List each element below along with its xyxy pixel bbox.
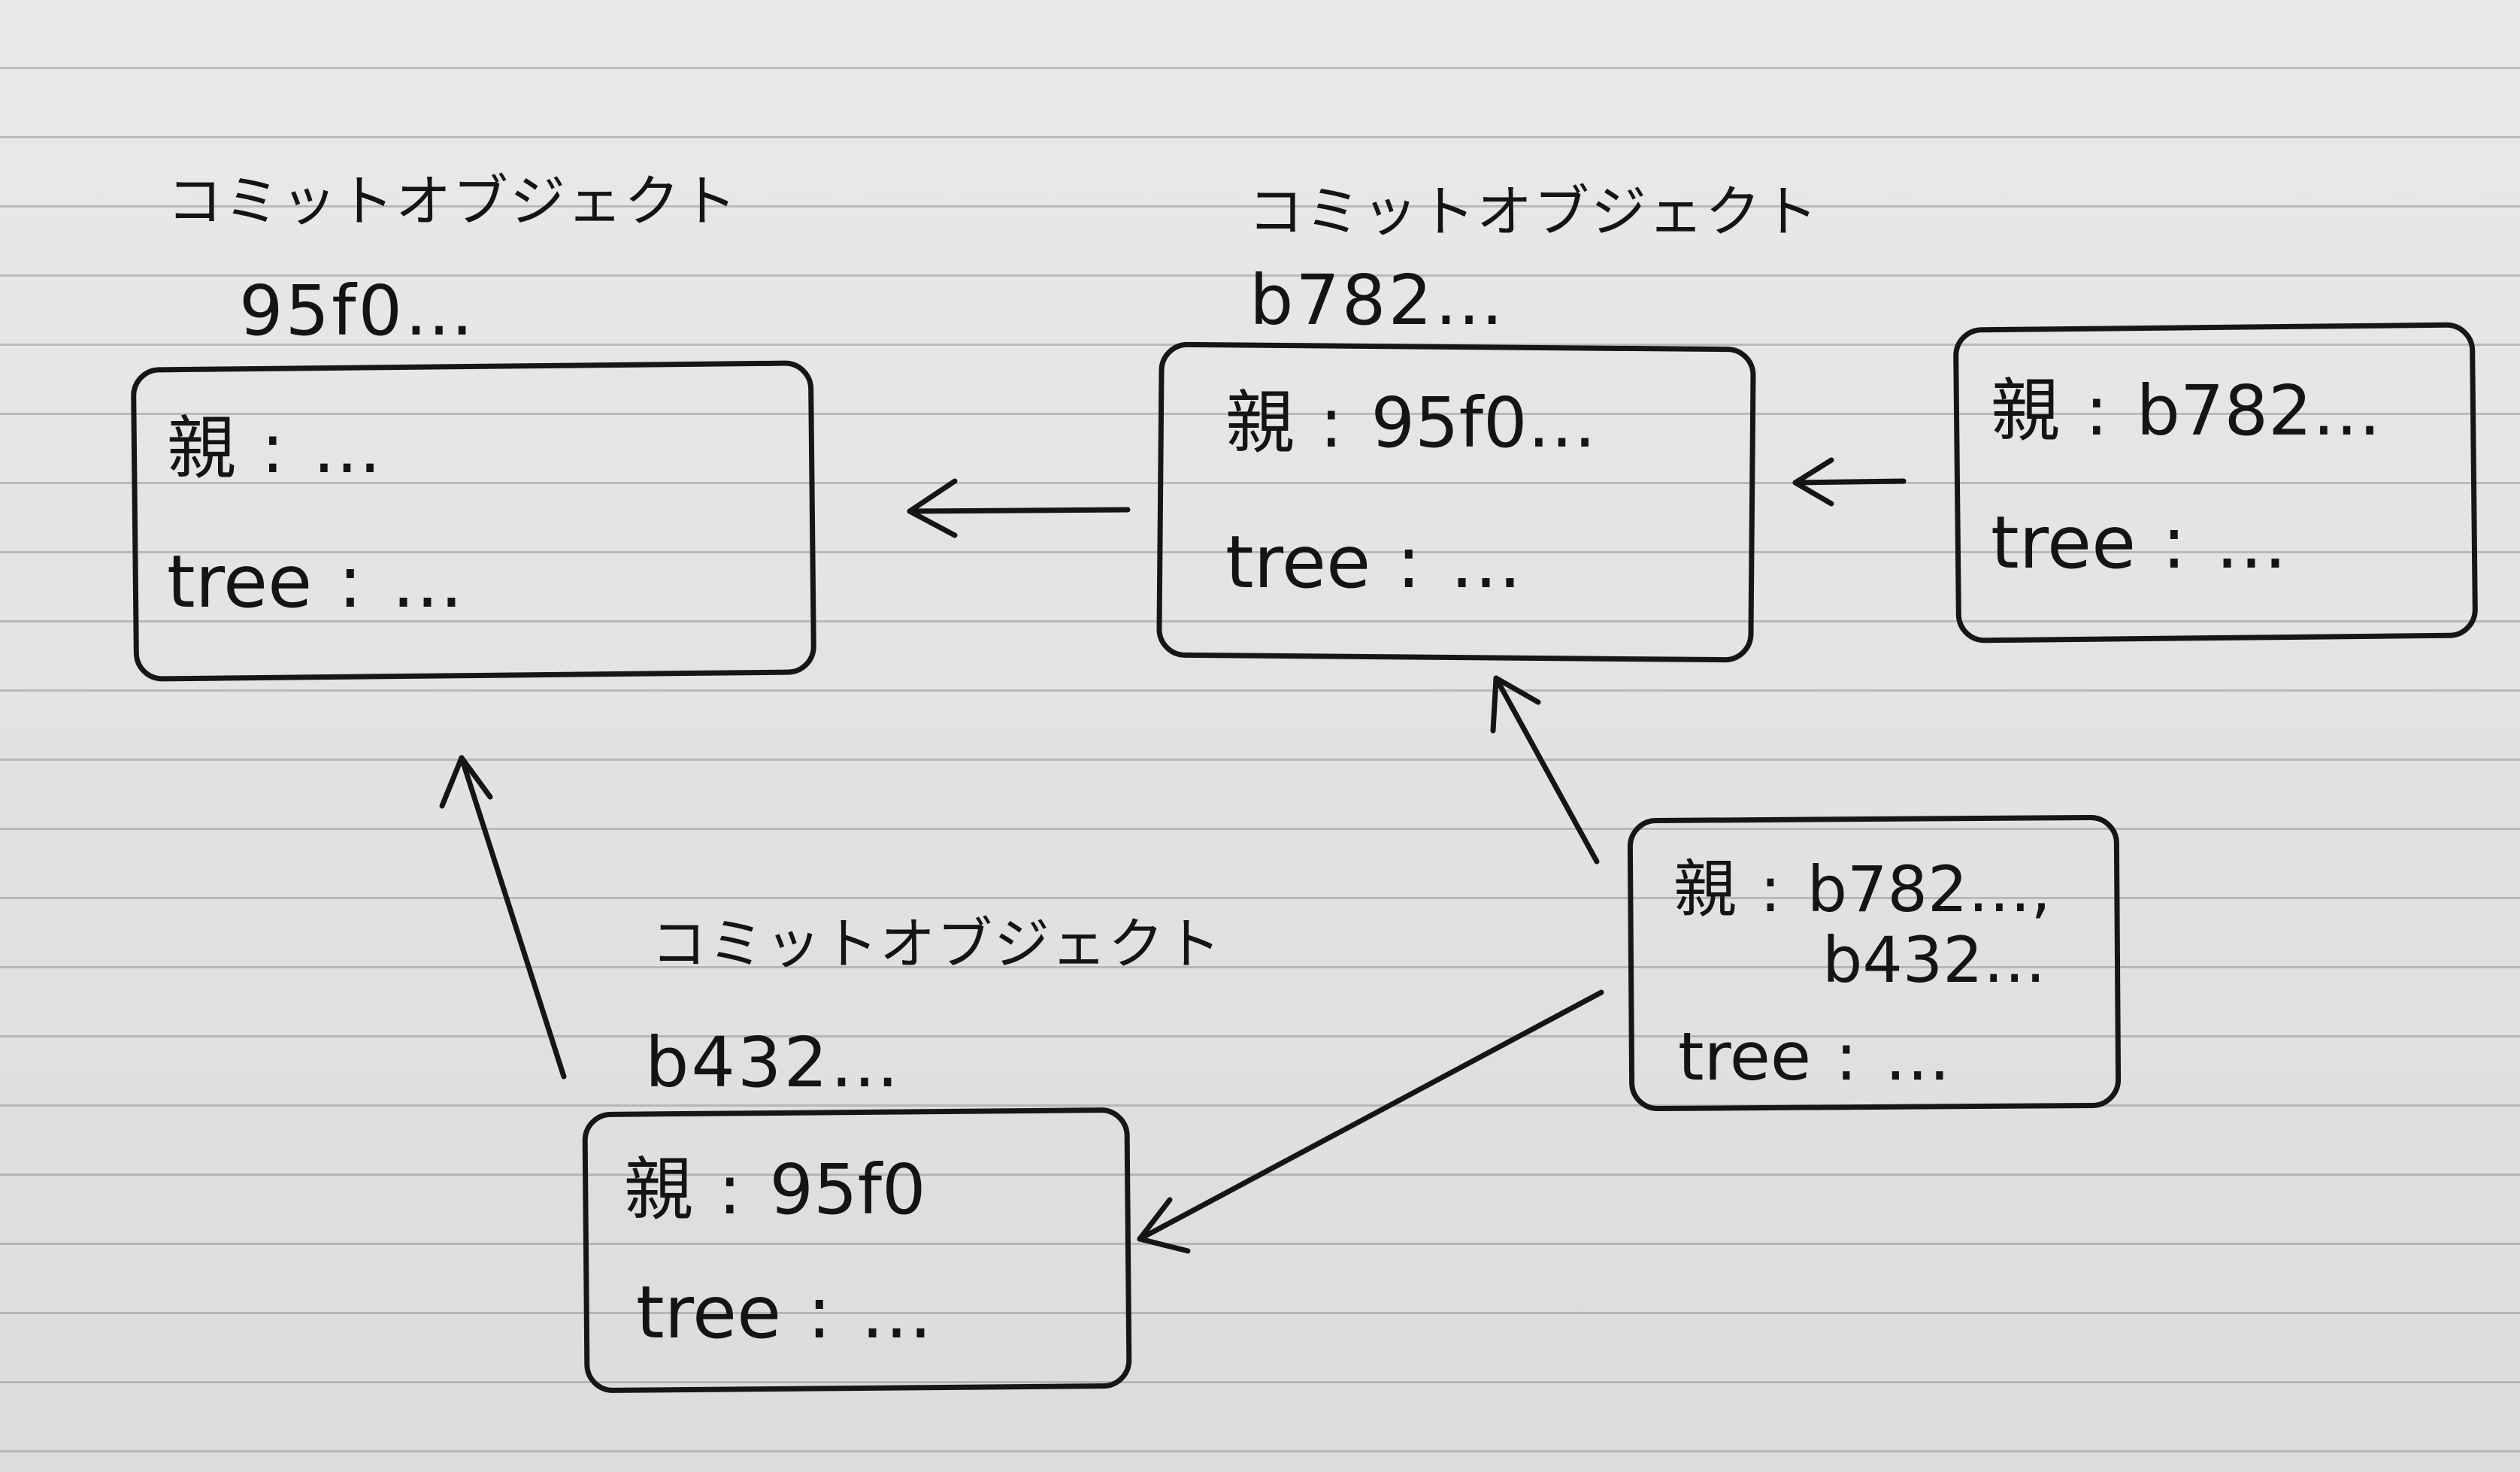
arrow-merge-to-b432 [1137, 989, 1604, 1254]
arrow-b432-to-95f0 [439, 755, 567, 1080]
arrow-child-to-b782 [1792, 457, 1907, 507]
arrow-merge-to-b782 [1490, 675, 1600, 865]
parent-arrows [439, 457, 1907, 1254]
arrow-b782-to-95f0 [907, 478, 1131, 538]
